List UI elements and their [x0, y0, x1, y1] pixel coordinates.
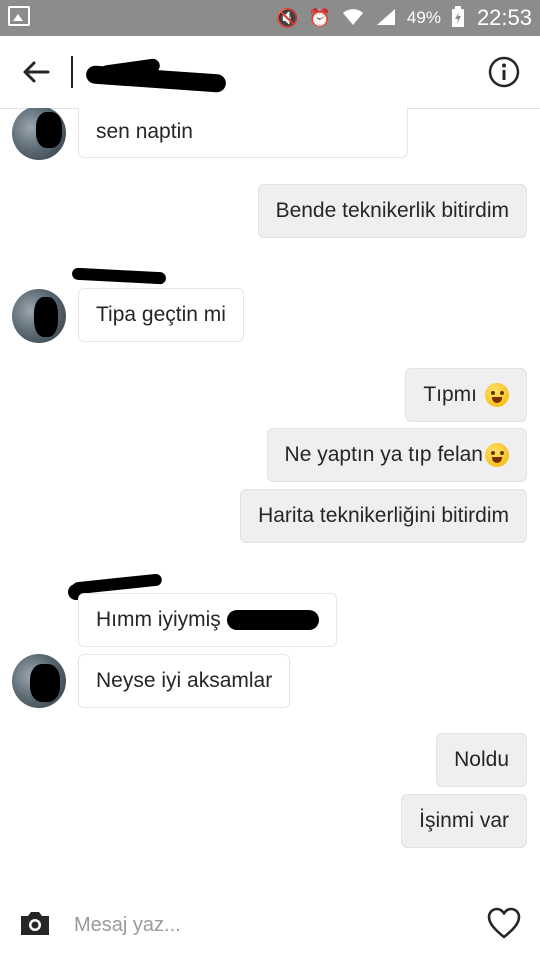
status-bar: 🔇 ⏰ 49% 22:53	[0, 0, 540, 36]
avatar[interactable]	[12, 654, 66, 708]
message-text: İşinmi var	[419, 809, 509, 832]
message-text: Tipa geçtin mi	[96, 303, 226, 326]
message-sent[interactable]: Harita teknikerliğini bitirdim	[240, 489, 527, 543]
gallery-icon	[8, 6, 30, 26]
message-text: Harita teknikerliğini bitirdim	[258, 504, 509, 527]
message-text: Noldu	[454, 748, 509, 771]
message-text: Bende teknikerlik bitirdim	[275, 199, 509, 222]
heart-icon[interactable]	[486, 906, 522, 940]
back-arrow-icon[interactable]	[20, 56, 52, 88]
header-divider	[71, 56, 73, 88]
alarm-icon: ⏰	[308, 8, 331, 28]
message-composer	[0, 888, 540, 960]
signal-icon	[375, 7, 397, 30]
message-received[interactable]: Hımm iyiymiş	[78, 593, 337, 647]
sender-name-redacted	[71, 266, 168, 286]
message-text: Tıpmı	[423, 383, 477, 406]
message-received[interactable]: Neyse iyi aksamlar	[78, 654, 291, 708]
message-sent[interactable]: Bende teknikerlik bitirdim	[257, 184, 527, 238]
message-sent[interactable]: Tıpmı	[405, 368, 527, 422]
message-input[interactable]	[72, 910, 456, 940]
grinning-face-icon	[485, 443, 509, 467]
conversation-header	[0, 36, 540, 109]
battery-icon	[451, 5, 465, 31]
message-text: Ne yaptın ya tıp felan	[284, 443, 483, 466]
redaction-mark	[226, 610, 319, 630]
message-received[interactable]: Evet Teknikerlik bitirdim sen naptin	[78, 108, 408, 158]
message-text: Neyse iyi aksamlar	[96, 669, 273, 692]
battery-percent: 49%	[406, 8, 441, 27]
message-sent[interactable]: Ne yaptın ya tıp felan	[266, 428, 527, 482]
clock: 22:53	[476, 5, 532, 30]
winking-face-icon	[485, 383, 509, 407]
avatar[interactable]	[12, 289, 66, 343]
camera-icon[interactable]	[18, 908, 52, 938]
message-sent[interactable]: Noldu	[436, 733, 527, 787]
message-text: Evet Teknikerlik bitirdim	[96, 108, 315, 117]
contact-name-redacted[interactable]	[84, 57, 229, 94]
avatar[interactable]	[12, 108, 66, 160]
message-sent[interactable]: İşinmi var	[401, 794, 527, 848]
message-received[interactable]: Tipa geçtin mi	[78, 288, 244, 342]
message-text: sen naptin	[96, 120, 193, 143]
mute-icon: 🔇	[276, 8, 299, 28]
message-text: Hımm iyiymiş	[96, 608, 221, 631]
status-icons: 🔇 ⏰ 49% 22:53	[276, 0, 532, 36]
message-thread[interactable]: Evet Teknikerlik bitirdim sen naptin Ben…	[0, 108, 540, 888]
wifi-icon	[341, 7, 365, 30]
info-icon[interactable]	[488, 56, 520, 88]
